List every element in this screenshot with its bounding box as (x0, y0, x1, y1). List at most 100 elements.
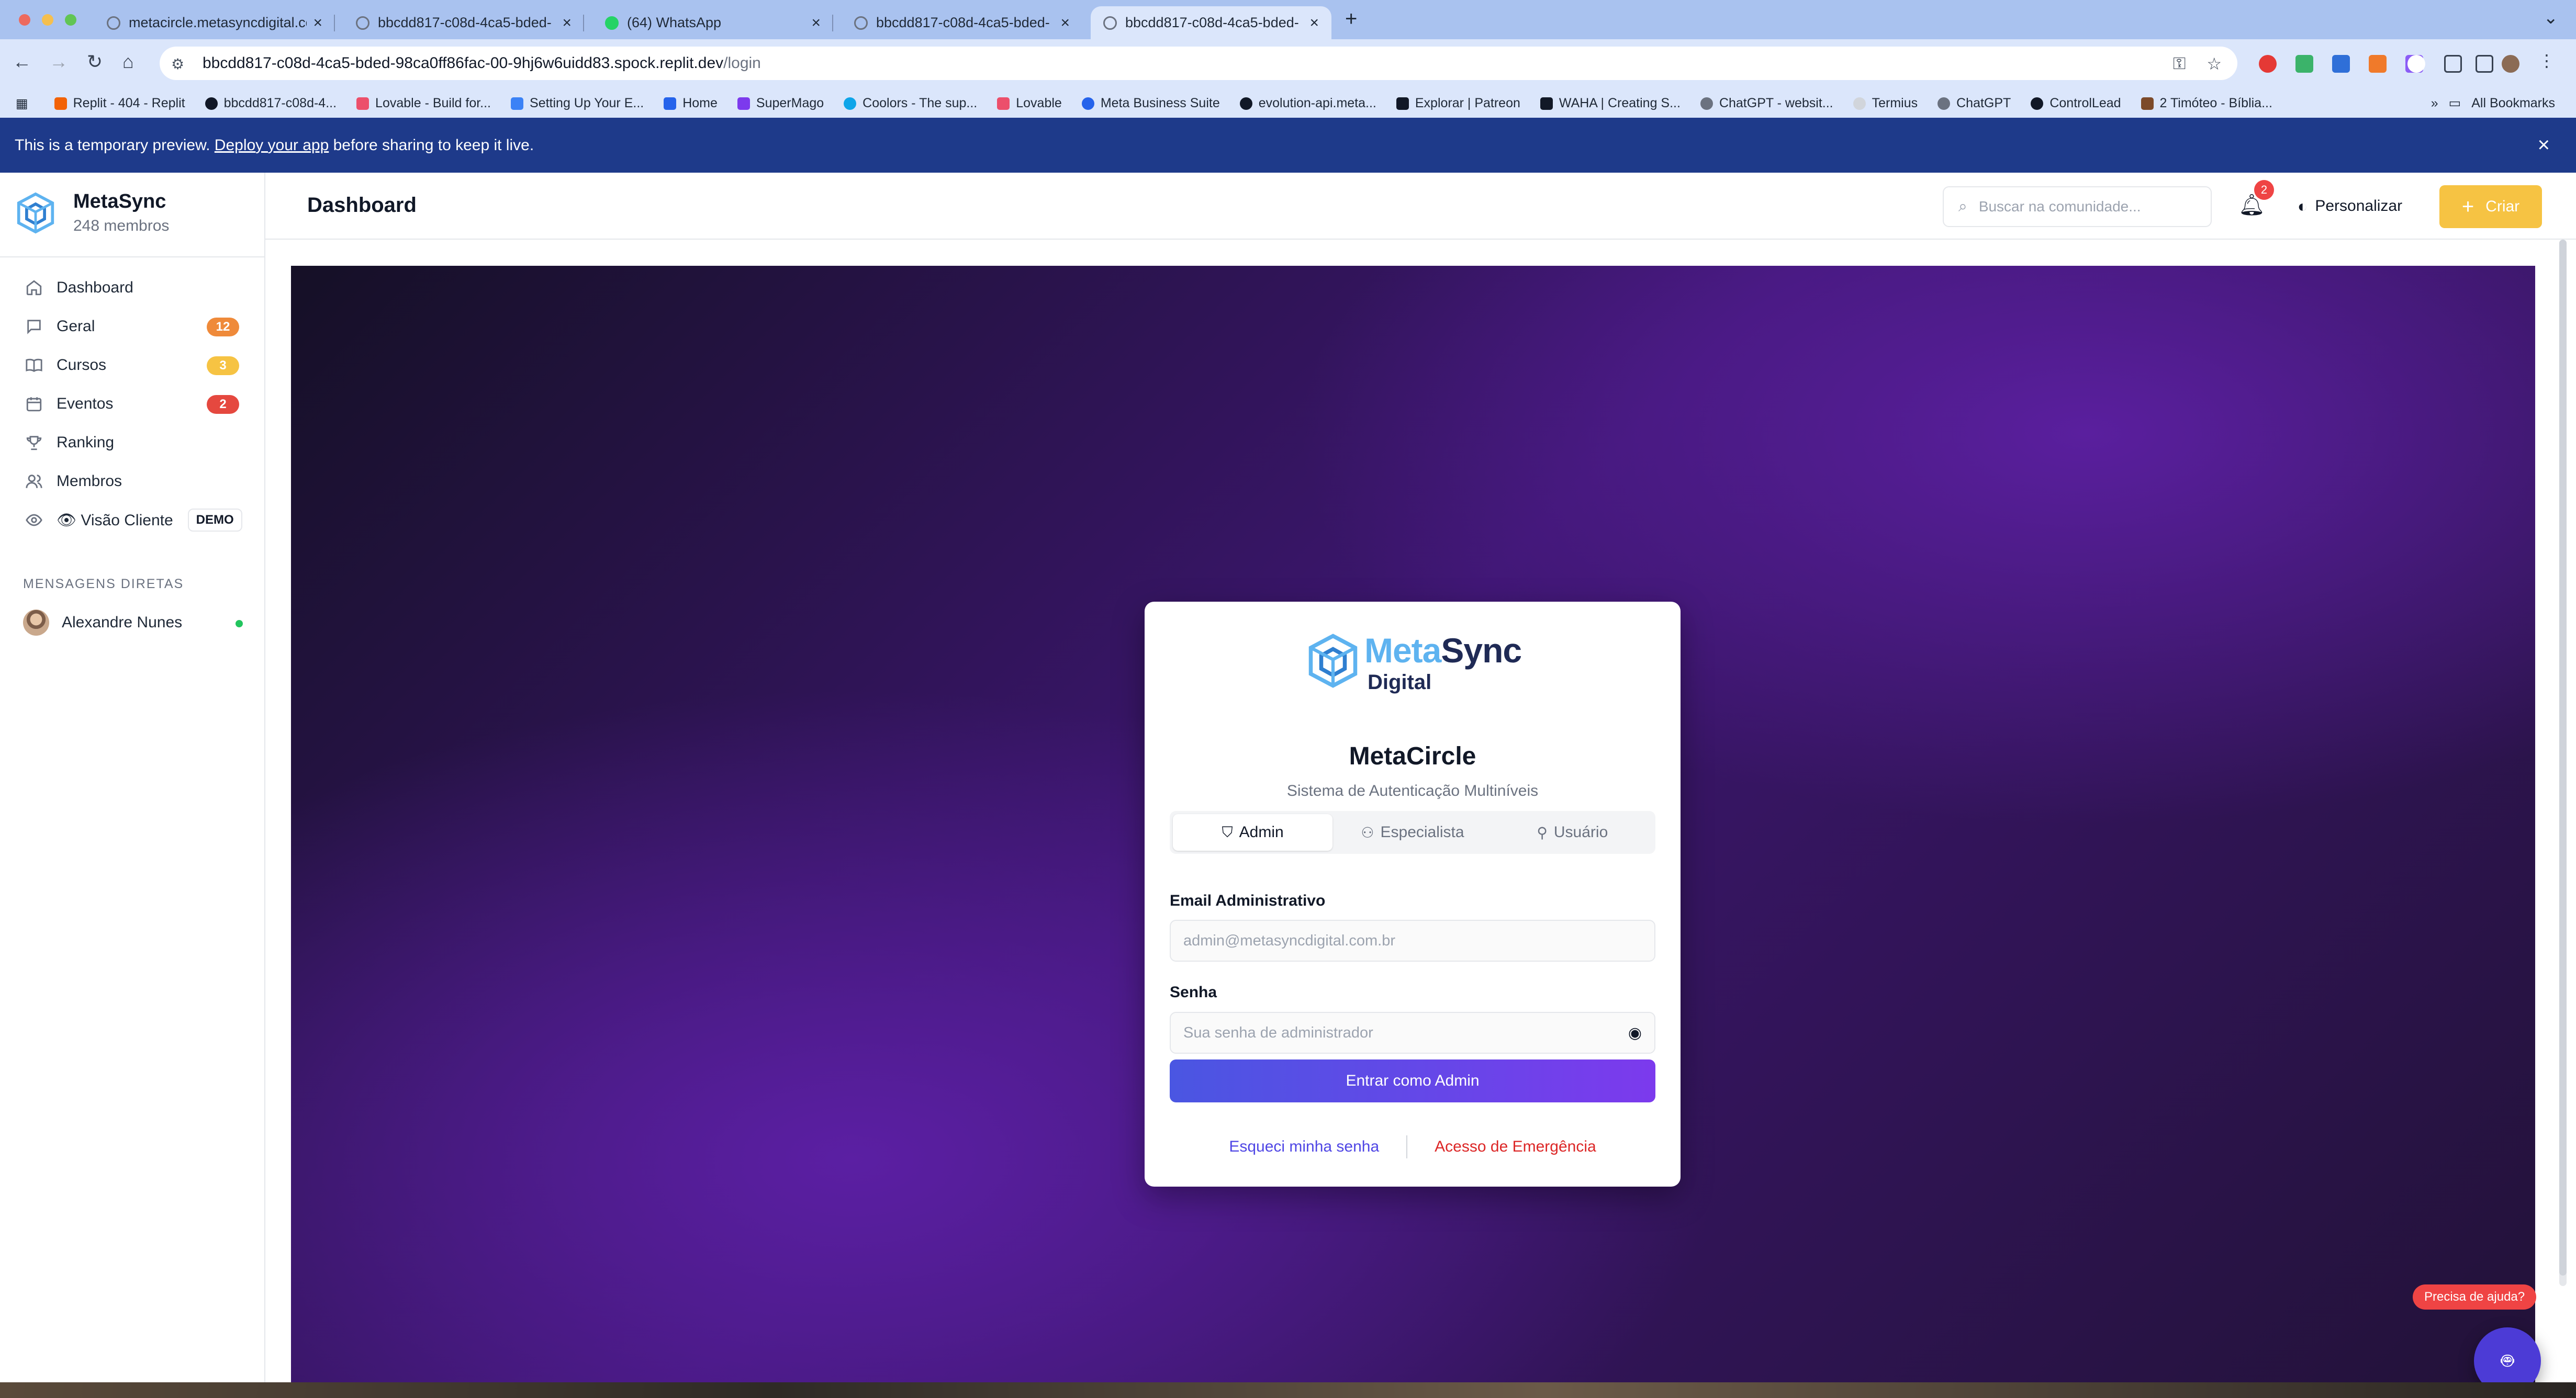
sidebar-item-cursos[interactable]: Cursos 3 (0, 346, 265, 385)
bookmark-item[interactable]: ChatGPT (1937, 96, 2011, 111)
url-host: bbcdd817-c08d-4ca5-bded-98ca0ff86fac-00-… (203, 54, 724, 72)
sidebar-item-ranking[interactable]: Ranking (0, 423, 265, 462)
patreon-icon (1396, 97, 1409, 110)
customize-button[interactable]: ◐ Personalizar (2298, 190, 2402, 222)
bookmark-item[interactable]: Home (664, 96, 718, 111)
forgot-password-link[interactable]: Esqueci minha senha (1229, 1138, 1379, 1156)
sidebar-item-membros[interactable]: Membros (0, 462, 265, 501)
close-banner-icon[interactable]: × (2538, 133, 2550, 157)
browser-tab[interactable]: bbcdd817-c08d-4ca5-bded- × (343, 6, 584, 39)
all-bookmarks-folder-icon: ▭ (2448, 96, 2461, 110)
maximize-window-button[interactable] (65, 14, 76, 26)
help-tooltip[interactable]: Precisa de ajuda? (2413, 1284, 2537, 1310)
unread-badge: 2 (207, 395, 239, 414)
browser-tab[interactable]: bbcdd817-c08d-4ca5-bded- × (842, 6, 1082, 39)
create-button[interactable]: + Criar (2439, 185, 2542, 228)
extension-icon[interactable] (2295, 55, 2313, 73)
login-submit-button[interactable]: Entrar como Admin (1170, 1059, 1655, 1102)
plus-icon: + (2461, 195, 2474, 218)
bookmark-item[interactable]: Lovable - Build for... (356, 96, 491, 111)
close-tab-icon[interactable]: × (1309, 14, 1319, 32)
bookmark-item[interactable]: Meta Business Suite (1081, 96, 1220, 111)
adblock-extension-icon[interactable] (2259, 55, 2277, 73)
close-tab-icon[interactable]: × (313, 14, 322, 32)
bookmark-item[interactable]: Lovable (997, 96, 1062, 111)
bookmark-item[interactable]: evolution-api.meta... (1239, 96, 1376, 111)
home-icon[interactable]: ⌂ (122, 51, 134, 73)
browser-tab[interactable]: metacircle.metasyncdigital.co × (94, 6, 335, 39)
extension-icon[interactable] (2332, 55, 2350, 73)
extensions-puzzle-icon[interactable] (2444, 55, 2462, 73)
online-status-dot (236, 620, 243, 627)
email-field[interactable] (1183, 932, 1642, 950)
tab-admin[interactable]: ⛉ Admin (1173, 814, 1333, 851)
browser-tab-bar: metacircle.metasyncdigital.co × bbcdd817… (0, 0, 2576, 39)
tab-search-chevron-icon[interactable]: ⌄ (2544, 7, 2559, 28)
forward-arrow-icon[interactable]: → (49, 51, 68, 73)
extension-icon[interactable] (2369, 55, 2387, 73)
search-icon: ⌕ (1958, 198, 1967, 215)
profile-avatar[interactable] (2502, 55, 2519, 73)
bookmark-item[interactable]: WAHA | Creating S... (1540, 96, 1681, 111)
bookmark-item[interactable]: ControlLead (2031, 96, 2121, 111)
bookmark-item[interactable]: Replit - 404 - Replit (54, 96, 185, 111)
replit-icon (54, 97, 67, 110)
bookmark-item[interactable]: 2 Timóteo - Bíblia... (2141, 96, 2272, 111)
tab-especialista[interactable]: ⚇ Especialista (1332, 814, 1492, 851)
emergency-access-link[interactable]: Acesso de Emergência (1435, 1138, 1596, 1156)
password-key-icon[interactable]: ⚿ (2173, 54, 2186, 74)
page-title: Dashboard (307, 194, 417, 217)
dm-item[interactable]: Alexandre Nunes (23, 607, 243, 638)
create-label: Criar (2485, 198, 2520, 215)
waha-icon (1540, 97, 1553, 110)
scrollbar[interactable] (2559, 240, 2567, 1286)
whatsapp-favicon-icon (605, 16, 619, 30)
brand[interactable]: MetaSync 248 membros (16, 190, 169, 235)
site-settings-icon[interactable]: ⚙ (171, 55, 190, 72)
close-window-button[interactable] (19, 14, 30, 26)
reload-icon[interactable]: ↻ (87, 51, 103, 73)
sidebar-item-dashboard[interactable]: Dashboard (0, 268, 265, 307)
bookmark-item[interactable]: Explorar | Patreon (1396, 96, 1520, 111)
dark-mode-icon[interactable] (2407, 55, 2425, 73)
lovable-icon (356, 97, 369, 110)
bookmark-item[interactable]: Coolors - The sup... (844, 96, 977, 111)
more-bookmarks-icon[interactable]: » (2431, 96, 2438, 111)
sidebar-item-visao-cliente[interactable]: 👁 Visão Cliente DEMO (0, 501, 265, 539)
browser-tab[interactable]: (64) WhatsApp × (592, 6, 833, 39)
bookmark-item[interactable]: Termius (1853, 96, 1918, 111)
sidebar-item-eventos[interactable]: Eventos 2 (0, 385, 265, 423)
book-icon (26, 358, 42, 373)
close-tab-icon[interactable]: × (562, 14, 572, 32)
sidebar-item-label: Geral (57, 318, 95, 335)
community-search[interactable]: ⌕ (1943, 186, 2212, 227)
sidebar-item-label: Eventos (57, 395, 114, 412)
deploy-app-link[interactable]: Deploy your app (215, 137, 329, 154)
dm-user-name: Alexandre Nunes (62, 614, 183, 631)
bookmark-item[interactable]: SuperMago (737, 96, 824, 111)
search-input[interactable] (1978, 198, 2188, 215)
back-arrow-icon[interactable]: ← (13, 51, 31, 73)
password-field[interactable] (1183, 1024, 1628, 1042)
apps-grid-icon[interactable]: ▦ (16, 96, 28, 111)
bookmark-item[interactable]: bbcdd817-c08d-4... (205, 96, 337, 111)
close-tab-icon[interactable]: × (811, 14, 821, 32)
bookmark-item[interactable]: Setting Up Your E... (511, 96, 644, 111)
address-bar[interactable]: ⚙ bbcdd817-c08d-4ca5-bded-98ca0ff86fac-0… (160, 47, 2237, 80)
banner-text: This is a temporary preview. (15, 136, 215, 154)
minimize-window-button[interactable] (42, 14, 53, 26)
tab-title: bbcdd817-c08d-4ca5-bded- (378, 15, 552, 30)
show-password-eye-icon[interactable]: ◉ (1628, 1024, 1642, 1042)
bookmark-star-icon[interactable]: ☆ (2207, 54, 2222, 74)
browser-menu-icon[interactable]: ⋮ (2538, 51, 2556, 70)
tab-usuario[interactable]: ⚲ Usuário (1493, 814, 1652, 851)
new-tab-icon[interactable]: + (1345, 7, 1357, 31)
close-tab-icon[interactable]: × (1060, 14, 1070, 32)
bookmark-item[interactable]: ChatGPT - websit... (1700, 96, 1833, 111)
browser-tab-active[interactable]: bbcdd817-c08d-4ca5-bded- × (1091, 6, 1331, 39)
all-bookmarks-link[interactable]: All Bookmarks (2471, 96, 2555, 111)
login-title: MetaCircle (1349, 742, 1476, 770)
sidebar-item-geral[interactable]: Geral 12 (0, 307, 265, 346)
sidebar-panel-icon[interactable] (2476, 55, 2493, 73)
sidebar-item-label: Ranking (57, 434, 115, 451)
